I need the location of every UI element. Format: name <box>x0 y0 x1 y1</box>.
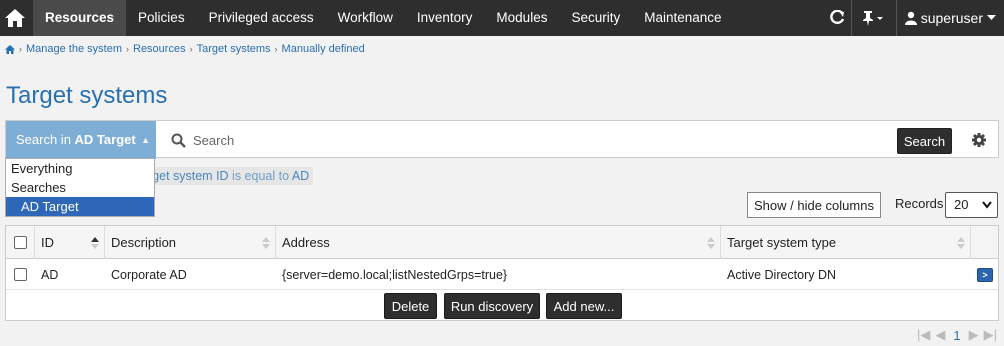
filter-operator: is equal to <box>228 169 292 183</box>
cell-description: Corporate AD <box>111 268 187 282</box>
row-checkbox[interactable] <box>14 268 27 281</box>
breadcrumb-resources[interactable]: Resources <box>133 43 186 55</box>
breadcrumb-target-systems[interactable]: Target systems <box>197 43 271 55</box>
nav-policies[interactable]: Policies <box>126 0 197 36</box>
select-all-checkbox[interactable] <box>14 236 27 249</box>
user-menu[interactable]: superuser <box>897 10 1004 26</box>
column-label: Target system type <box>727 235 837 250</box>
search-bar: Search in AD Target ▲ Search <box>5 120 999 159</box>
column-label: ID <box>41 235 54 250</box>
sort-asc-icon <box>91 237 99 249</box>
current-page[interactable]: 1 <box>950 328 963 343</box>
nav-maintenance[interactable]: Maintenance <box>632 0 733 36</box>
table-header: ID Description Address Target system typ… <box>6 226 998 259</box>
open-row-icon[interactable]: > <box>977 268 993 282</box>
table-row[interactable]: AD Corporate AD {server=demo.local;listN… <box>6 260 998 290</box>
cell-id: AD <box>41 268 59 282</box>
home-icon[interactable] <box>5 44 15 54</box>
refresh-icon[interactable] <box>823 0 851 36</box>
column-header-id[interactable]: ID <box>35 226 105 259</box>
filter-value: AD <box>291 169 310 183</box>
records-per-page-select[interactable]: 20 <box>945 192 998 218</box>
dropdown-item-ad-target[interactable]: AD Target <box>6 197 154 216</box>
select-all-cell <box>6 226 35 259</box>
active-filter: rget system ID is equal to AD <box>142 167 314 185</box>
cell-target-system-type: Active Directory DN <box>727 268 837 282</box>
column-label: Description <box>111 235 177 250</box>
target-systems-table: ID Description Address Target system typ… <box>5 225 999 321</box>
column-header-address[interactable]: Address <box>276 226 721 259</box>
sort-icon <box>262 237 270 249</box>
nav-resources[interactable]: Resources <box>33 0 127 36</box>
column-header-description[interactable]: Description <box>105 226 276 259</box>
dropdown-item-everything[interactable]: Everything <box>6 159 154 178</box>
nav-inventory[interactable]: Inventory <box>405 0 485 36</box>
caret-up-icon: ▲ <box>141 135 150 145</box>
records-label: Records <box>895 196 944 211</box>
breadcrumb-manage-the-system[interactable]: Manage the system <box>26 43 122 55</box>
last-page-icon[interactable]: ▶| <box>984 327 997 343</box>
breadcrumb-manually-defined[interactable]: Manually defined <box>282 43 365 55</box>
home-icon[interactable] <box>0 0 30 36</box>
table-actions: Delete Run discovery Add new... <box>6 291 998 321</box>
top-nav: Resources Policies Privileged access Wor… <box>0 0 1004 36</box>
breadcrumb-separator: › <box>189 44 193 54</box>
pagination: |◀ ◀ 1 ▶ ▶| <box>917 327 997 343</box>
delete-button[interactable]: Delete <box>384 293 437 319</box>
search-input[interactable] <box>193 130 883 150</box>
records-value: 20 <box>954 197 969 212</box>
dropdown-item-searches[interactable]: Searches <box>6 178 154 197</box>
search-icon <box>171 133 186 148</box>
sort-icon <box>957 237 965 249</box>
prev-page-icon[interactable]: ◀ <box>935 327 945 343</box>
search-button[interactable]: Search <box>897 128 952 154</box>
user-icon <box>904 11 917 25</box>
next-page-icon[interactable]: ▶ <box>969 327 979 343</box>
nav-modules[interactable]: Modules <box>484 0 559 36</box>
breadcrumb-separator: › <box>274 44 278 54</box>
chevron-down-icon <box>982 201 992 209</box>
add-new-button[interactable]: Add new... <box>546 293 622 319</box>
chevron-down-icon <box>987 15 996 20</box>
show-hide-columns-button[interactable]: Show / hide columns <box>747 192 881 218</box>
column-label: Address <box>282 235 330 250</box>
first-page-icon[interactable]: |◀ <box>917 327 930 343</box>
nav-workflow[interactable]: Workflow <box>326 0 405 36</box>
breadcrumb-separator: › <box>19 44 22 54</box>
page-title: Target systems <box>6 82 168 109</box>
pin-icon[interactable] <box>852 0 896 36</box>
search-scope-prefix: Search in <box>16 132 75 147</box>
search-scope-dropdown: Everything Searches AD Target <box>5 158 155 217</box>
column-header-target-system-type[interactable]: Target system type <box>721 226 971 259</box>
sort-icon <box>707 237 715 249</box>
search-scope-value: AD Target <box>74 132 136 147</box>
nav-privileged-access[interactable]: Privileged access <box>197 0 326 36</box>
actions-column-header <box>971 226 998 259</box>
run-discovery-button[interactable]: Run discovery <box>444 293 540 319</box>
breadcrumb: › Manage the system › Resources › Target… <box>5 43 365 55</box>
gear-icon[interactable] <box>971 132 987 148</box>
breadcrumb-separator: › <box>126 44 129 54</box>
nav-security[interactable]: Security <box>559 0 632 36</box>
search-scope-selector[interactable]: Search in AD Target ▲ <box>6 121 156 159</box>
cell-address: {server=demo.local;listNestedGrps=true} <box>282 268 508 282</box>
username: superuser <box>920 10 983 26</box>
filter-field: rget system ID <box>148 169 229 183</box>
